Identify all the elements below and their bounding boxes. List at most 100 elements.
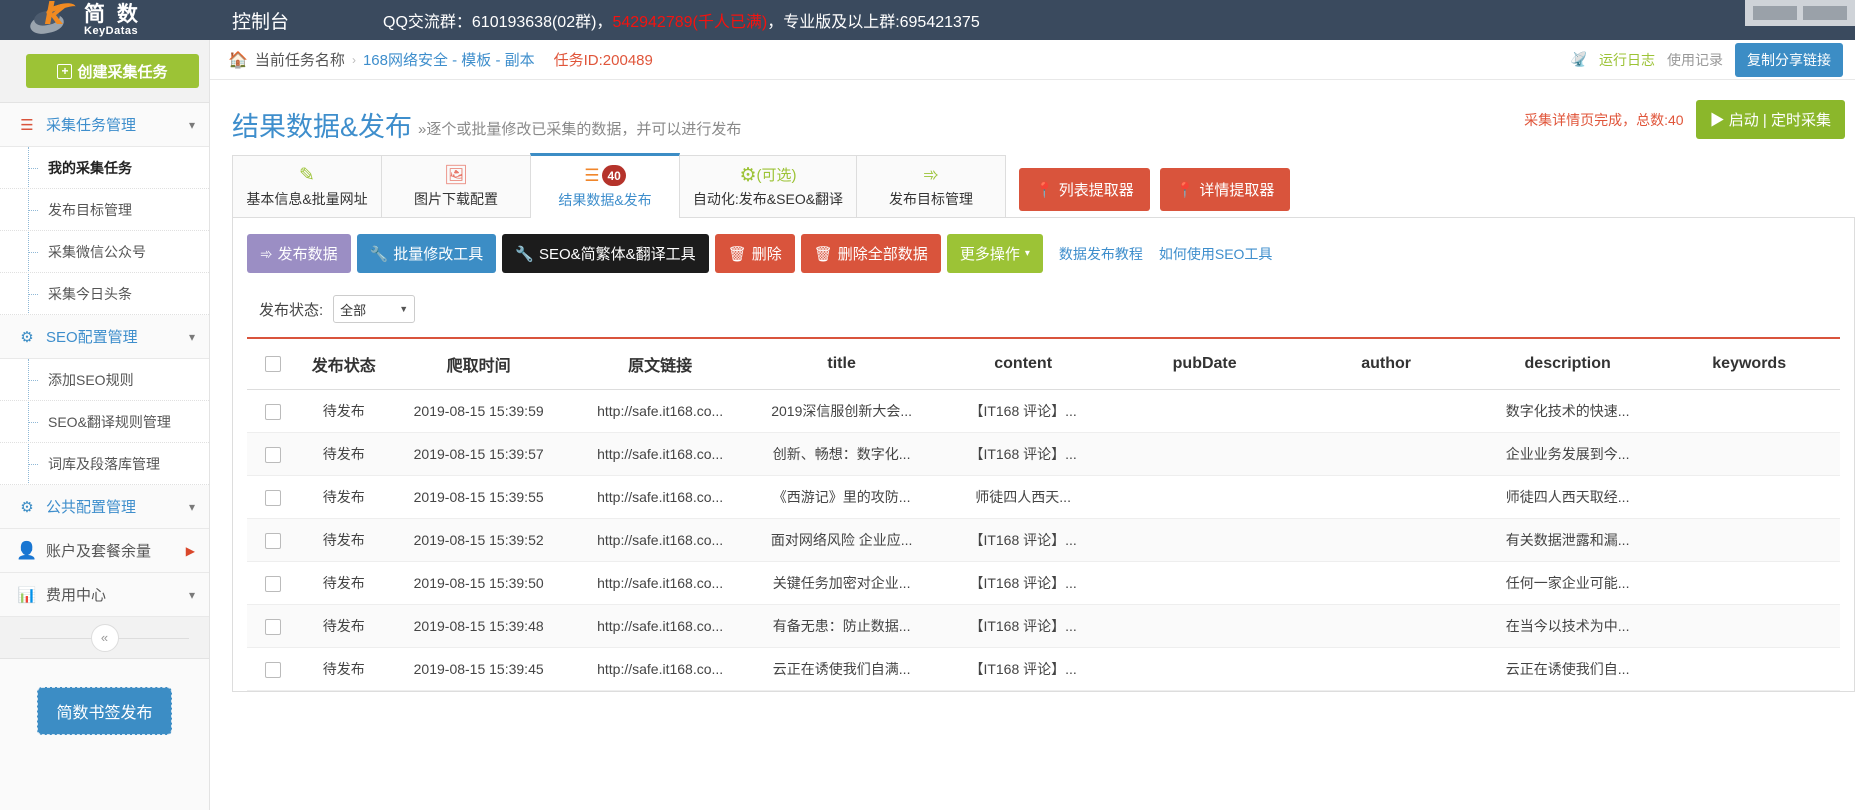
- tab-publish-targets[interactable]: ➾ 发布目标管理: [856, 155, 1006, 217]
- tab-image-download[interactable]: 🖼 图片下载配置: [381, 155, 531, 217]
- sidebar-item-my-tasks[interactable]: 我的采集任务: [0, 147, 209, 189]
- list-extractor-button[interactable]: 📍 列表提取器: [1019, 168, 1150, 211]
- detail-extractor-button[interactable]: 📍 详情提取器: [1159, 168, 1291, 211]
- main-content: 🏠 当前任务名称 › 168网络安全 - 模板 - 副本 任务ID:200489…: [210, 40, 1855, 810]
- sidebar-item-toutiao[interactable]: 采集今日头条: [0, 273, 209, 315]
- row-checkbox[interactable]: [265, 575, 282, 592]
- row-checkbox-cell[interactable]: [247, 647, 300, 691]
- sidebar-item-add-seo-rule[interactable]: 添加SEO规则: [0, 359, 209, 401]
- row-checkbox-cell[interactable]: [247, 475, 300, 519]
- gears-icon: ⚙ (可选): [739, 164, 797, 186]
- row-checkbox[interactable]: [265, 403, 282, 420]
- sidebar-item-label: 采集今日头条: [48, 285, 132, 302]
- seo-translate-tool-button[interactable]: 🔧 SEO&简繁体&翻译工具: [502, 234, 709, 273]
- breadcrumb-task-name[interactable]: 168网络安全 - 模板 - 副本: [363, 49, 535, 70]
- sidebar-collapse-button[interactable]: «: [90, 623, 119, 652]
- sidebar-group-seo-config[interactable]: ⚙ SEO配置管理 ▾: [0, 315, 209, 359]
- sidebar-group-account[interactable]: 👤 账户及套餐余量 ▶: [0, 529, 209, 573]
- cell-content: 【IT168 评论】...: [932, 604, 1114, 648]
- tab-automation[interactable]: ⚙ (可选) 自动化:发布&SEO&翻译: [679, 155, 857, 217]
- row-checkbox[interactable]: [265, 661, 282, 678]
- row-checkbox[interactable]: [265, 618, 282, 635]
- table-row[interactable]: 待发布 2019-08-15 15:39:48 http://safe.it168.…: [247, 604, 1840, 648]
- sidebar-group-public-config[interactable]: ⚙ 公共配置管理 ▾: [0, 485, 209, 529]
- column-header-pubdate: pubDate: [1113, 337, 1296, 390]
- result-data-table: 发布状态 爬取时间 原文链接 title content pubDate aut…: [247, 337, 1840, 691]
- cell-description: 师徒四人西天取经...: [1476, 475, 1659, 519]
- tab-label: 结果数据&发布: [558, 191, 652, 208]
- cell-description: 有关数据泄露和漏...: [1476, 518, 1659, 562]
- publish-status-select[interactable]: 全部 ▼: [333, 295, 416, 323]
- table-row[interactable]: 待发布 2019-08-15 15:39:55 http://safe.it168.…: [247, 475, 1840, 519]
- brand-logo[interactable]: k 简 数 KeyDatas: [0, 0, 210, 40]
- cell-description: 企业业务发展到今...: [1476, 432, 1659, 476]
- tab-result-data[interactable]: ☰ 40 结果数据&发布: [530, 153, 680, 218]
- row-checkbox-cell[interactable]: [247, 389, 300, 433]
- sidebar-item-label: 词库及段落库管理: [48, 455, 160, 472]
- window-minimize-button[interactable]: [1753, 6, 1797, 20]
- delete-label: 删除: [751, 246, 782, 263]
- sidebar-item-seo-translate-rules[interactable]: SEO&翻译规则管理: [0, 401, 209, 443]
- table-row[interactable]: 待发布 2019-08-15 15:39:45 http://safe.it168.…: [247, 647, 1840, 691]
- cell-title: 云正在诱使我们自满...: [750, 647, 933, 691]
- sidebar-group-collection-tasks[interactable]: ☰ 采集任务管理 ▾: [0, 103, 209, 147]
- table-row[interactable]: 待发布 2019-08-15 15:39:59 http://safe.it168.…: [247, 389, 1840, 433]
- batch-edit-button[interactable]: 🔧 批量修改工具: [356, 234, 497, 273]
- publish-tutorial-link[interactable]: 数据发布教程: [1059, 244, 1143, 264]
- row-checkbox-cell[interactable]: [247, 604, 300, 648]
- window-maximize-button[interactable]: [1803, 6, 1847, 20]
- sidebar-item-wordbank[interactable]: 词库及段落库管理: [0, 443, 209, 485]
- cell-pubdate: [1113, 604, 1296, 648]
- tab-optional-text: (可选): [756, 166, 797, 184]
- row-checkbox[interactable]: [265, 532, 282, 549]
- list-icon: ☰: [20, 116, 34, 134]
- wrench-icon: 🔧: [515, 245, 534, 263]
- sidebar-group-billing[interactable]: 📊 费用中心 ▾: [0, 573, 209, 617]
- table-row[interactable]: 待发布 2019-08-15 15:39:50 http://safe.it168.…: [247, 561, 1840, 605]
- delete-all-button[interactable]: 🗑 删除全部数据: [800, 234, 941, 273]
- cell-url: http://safe.it168.co...: [569, 604, 751, 648]
- create-task-label: 创建采集任务: [77, 63, 168, 81]
- column-header-keywords: keywords: [1658, 337, 1840, 390]
- share-arrow-icon: ➾: [260, 245, 273, 263]
- batch-edit-label: 批量修改工具: [393, 246, 484, 263]
- sidebar-group-label: 费用中心: [46, 587, 107, 604]
- row-checkbox-cell[interactable]: [247, 518, 300, 562]
- seo-tool-help-link[interactable]: 如何使用SEO工具: [1159, 244, 1273, 264]
- sidebar-item-publish-targets[interactable]: 发布目标管理: [0, 189, 209, 231]
- tab-basic-info[interactable]: ✎ 基本信息&批量网址: [232, 155, 382, 217]
- wrench-icon: 🔧: [369, 245, 389, 263]
- usage-record-link[interactable]: 使用记录: [1667, 50, 1723, 70]
- column-header-time: 爬取时间: [387, 337, 570, 390]
- result-data-panel: ➾ 发布数据 🔧 批量修改工具 🔧 SEO&简繁体&翻译工具 🗑 删除 🗑 删除…: [232, 218, 1855, 692]
- table-row[interactable]: 待发布 2019-08-15 15:39:57 http://safe.it168.…: [247, 432, 1840, 476]
- bookmark-publish-button[interactable]: 简数书签发布: [37, 687, 172, 735]
- delete-button[interactable]: 🗑 删除: [714, 234, 795, 273]
- sidebar-item-label: SEO&翻译规则管理: [48, 413, 171, 430]
- row-checkbox-cell[interactable]: [247, 432, 300, 476]
- sidebar-group-label: 采集任务管理: [46, 117, 137, 134]
- chevron-down-icon: ▾: [1024, 248, 1030, 259]
- keydatas-logo-icon: k: [28, 0, 80, 37]
- select-all-checkbox[interactable]: [265, 355, 282, 372]
- row-checkbox[interactable]: [265, 489, 282, 506]
- cell-keywords: [1658, 561, 1840, 605]
- publish-data-button[interactable]: ➾ 发布数据: [247, 234, 351, 273]
- home-icon[interactable]: 🏠: [228, 50, 248, 70]
- sidebar-item-wechat[interactable]: 采集微信公众号: [0, 231, 209, 273]
- qq-notice-prefix: QQ交流群：610193638(02群)，: [383, 14, 613, 31]
- cell-title: 《西游记》里的攻防...: [750, 475, 933, 519]
- cell-url: http://safe.it168.co...: [569, 389, 751, 433]
- row-checkbox-cell[interactable]: [247, 561, 300, 605]
- row-checkbox[interactable]: [265, 446, 282, 463]
- start-collection-button[interactable]: ▶ 启动 | 定时采集: [1695, 100, 1845, 139]
- copy-share-link-button[interactable]: 复制分享链接: [1735, 42, 1843, 77]
- more-actions-button[interactable]: 更多操作 ▾: [946, 234, 1043, 273]
- window-controls[interactable]: [1745, 0, 1855, 26]
- chevron-double-left-icon: «: [100, 630, 109, 645]
- cell-keywords: [1658, 432, 1840, 476]
- run-log-link[interactable]: 运行日志: [1599, 50, 1655, 70]
- create-task-button[interactable]: + 创建采集任务: [26, 54, 199, 88]
- table-row[interactable]: 待发布 2019-08-15 15:39:52 http://safe.it168.…: [247, 518, 1840, 562]
- cell-pubdate: [1113, 561, 1296, 605]
